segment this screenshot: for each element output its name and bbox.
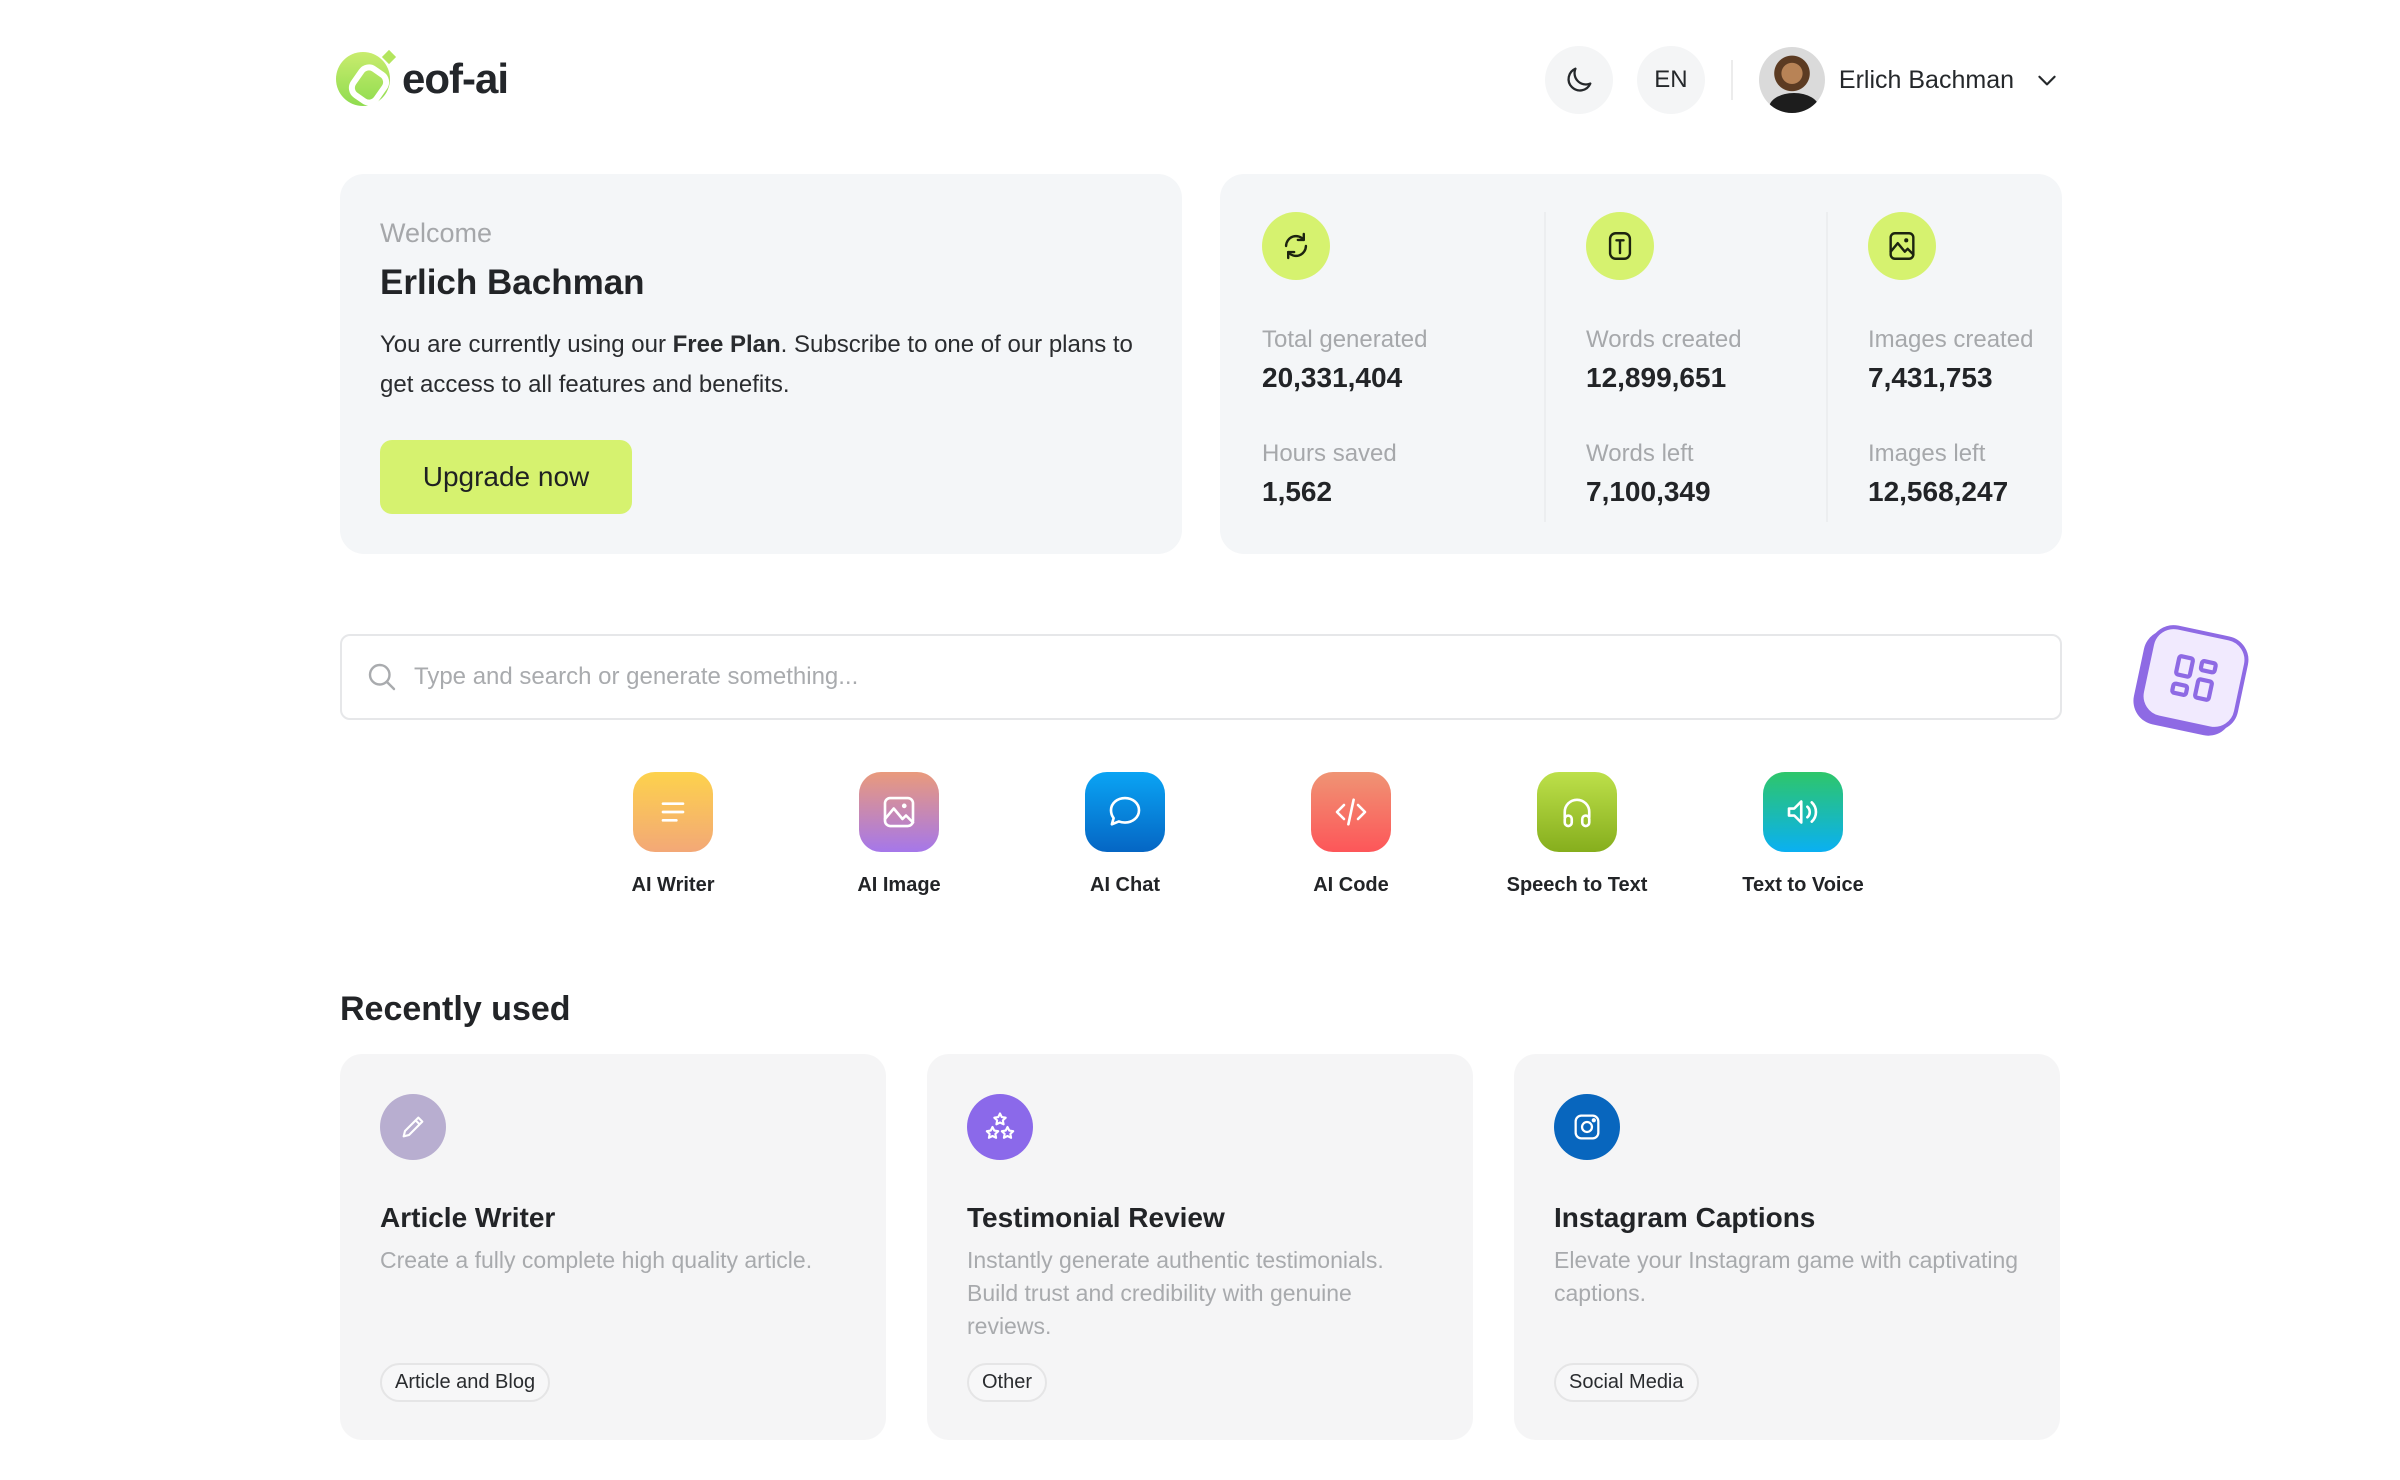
recent-card-article-writer[interactable]: Article Writer Create a fully complete h…	[340, 1054, 886, 1440]
stat-label: Words created	[1586, 326, 1742, 353]
instagram-icon	[1574, 1114, 1600, 1140]
image-icon	[1889, 232, 1915, 260]
stat-value: 1,562	[1262, 476, 1333, 507]
refresh-icon	[1284, 232, 1308, 260]
stat-icon-badge	[1868, 212, 1936, 280]
stat-value: 12,899,651	[1586, 362, 1727, 393]
welcome-card: Welcome Erlich Bachman You are currently…	[340, 174, 1182, 554]
moon-icon	[1567, 67, 1592, 92]
stat-value: 7,100,349	[1586, 476, 1711, 507]
tool-icon-tile	[633, 772, 713, 852]
tool-label: Text to Voice	[1742, 874, 1864, 896]
stat-value: 20,331,404	[1262, 362, 1403, 393]
headphones-icon	[1563, 798, 1591, 828]
stat-icon-badge	[1586, 212, 1654, 280]
image-icon	[883, 796, 915, 828]
recent-card-instagram-captions[interactable]: Instagram Captions Elevate your Instagra…	[1514, 1054, 2060, 1440]
stat-column-generated: Total generated 20,331,404 Hours saved 1…	[1262, 212, 1522, 522]
tools-row: AI Writer AI Image AI Chat AI Code Speec…	[560, 772, 1916, 897]
stat-label: Hours saved	[1262, 440, 1397, 467]
text-lines-icon	[661, 802, 685, 822]
tool-label: AI Image	[857, 874, 941, 896]
stat-label: Images created	[1868, 326, 2034, 353]
plan-name: Free Plan	[672, 331, 781, 358]
brand-logo[interactable]: eof-ai	[336, 52, 509, 106]
tool-label: AI Chat	[1090, 874, 1160, 896]
tool-ai-chat[interactable]: AI Chat	[1012, 772, 1238, 897]
plan-description: You are currently using our Free Plan. S…	[380, 325, 1140, 405]
stat-column-images: Images created 7,431,753 Images left 12,…	[1826, 212, 2086, 522]
chevron-down-icon	[2038, 75, 2056, 86]
tool-label: AI Writer	[631, 874, 715, 896]
tool-ai-image[interactable]: AI Image	[786, 772, 1012, 897]
text-icon	[1608, 232, 1632, 260]
stat-value: 7,431,753	[1868, 362, 1993, 393]
welcome-user-name: Erlich Bachman	[380, 263, 645, 302]
recent-title: Instagram Captions	[1554, 1202, 1816, 1233]
chat-bubble-icon	[1109, 796, 1141, 826]
tool-speech-to-text[interactable]: Speech to Text	[1464, 772, 1690, 897]
tool-icon-tile	[859, 772, 939, 852]
tool-label: AI Code	[1313, 874, 1389, 896]
category-tag[interactable]: Article and Blog	[380, 1363, 551, 1402]
language-button[interactable]: EN	[1636, 46, 1705, 114]
recent-description: Create a fully complete high quality art…	[380, 1247, 813, 1273]
logo-icon	[336, 52, 390, 106]
recent-card-testimonial-review[interactable]: Testimonial Review Instantly generate au…	[927, 1054, 1473, 1440]
recent-icon-badge	[967, 1094, 1033, 1160]
tool-icon-tile	[1537, 772, 1617, 852]
stat-label: Images left	[1868, 440, 1986, 467]
apps-grid-button[interactable]	[2135, 620, 2253, 736]
recent-description: Instantly generate authentic testimonial…	[967, 1247, 1384, 1339]
brand-name: eof-ai	[402, 55, 509, 102]
pencil-icon	[402, 1116, 424, 1138]
tool-icon-tile	[1085, 772, 1165, 852]
avatar	[1758, 47, 1825, 113]
welcome-greeting: Welcome	[380, 218, 493, 248]
tool-icon-tile	[1763, 772, 1843, 852]
tool-ai-code[interactable]: AI Code	[1238, 772, 1464, 897]
search-input[interactable]	[414, 663, 2014, 691]
recent-icon-badge	[380, 1094, 446, 1160]
search-icon	[368, 663, 396, 691]
search-bar[interactable]	[340, 634, 2062, 720]
stats-card: Total generated 20,331,404 Hours saved 1…	[1220, 174, 2062, 554]
recent-title: Testimonial Review	[967, 1202, 1225, 1233]
stat-label: Total generated	[1262, 326, 1428, 353]
header-divider	[1730, 60, 1733, 100]
tool-ai-writer[interactable]: AI Writer	[560, 772, 786, 897]
recently-used-heading: Recently used	[340, 990, 571, 1028]
tool-text-to-voice[interactable]: Text to Voice	[1690, 772, 1916, 897]
category-tag[interactable]: Other	[967, 1363, 1048, 1402]
tool-icon-tile	[1311, 772, 1391, 852]
recent-title: Article Writer	[380, 1202, 556, 1233]
user-name: Erlich Bachman	[1838, 65, 2014, 94]
header-actions: EN Erlich Bachman	[1521, 46, 2060, 114]
recent-description: Elevate your Instagram game with captiva…	[1554, 1247, 2019, 1306]
theme-toggle-button[interactable]	[1544, 46, 1613, 114]
code-icon	[1335, 798, 1367, 826]
plan-desc-prefix: You are currently using our	[380, 331, 673, 358]
stat-column-words: Words created 12,899,651 Words left 7,10…	[1544, 212, 1804, 522]
recent-icon-badge	[1554, 1094, 1620, 1160]
stars-icon	[985, 1112, 1015, 1139]
speaker-icon	[1787, 800, 1818, 824]
user-menu[interactable]: Erlich Bachman	[1758, 47, 2060, 113]
stat-value: 12,568,247	[1868, 476, 2009, 507]
upgrade-button[interactable]: Upgrade now	[380, 440, 632, 514]
apps-grid-icon	[2170, 654, 2218, 702]
stat-label: Words left	[1586, 440, 1694, 467]
tool-label: Speech to Text	[1506, 874, 1648, 896]
category-tag[interactable]: Social Media	[1554, 1363, 1699, 1402]
stat-icon-badge	[1262, 212, 1330, 280]
